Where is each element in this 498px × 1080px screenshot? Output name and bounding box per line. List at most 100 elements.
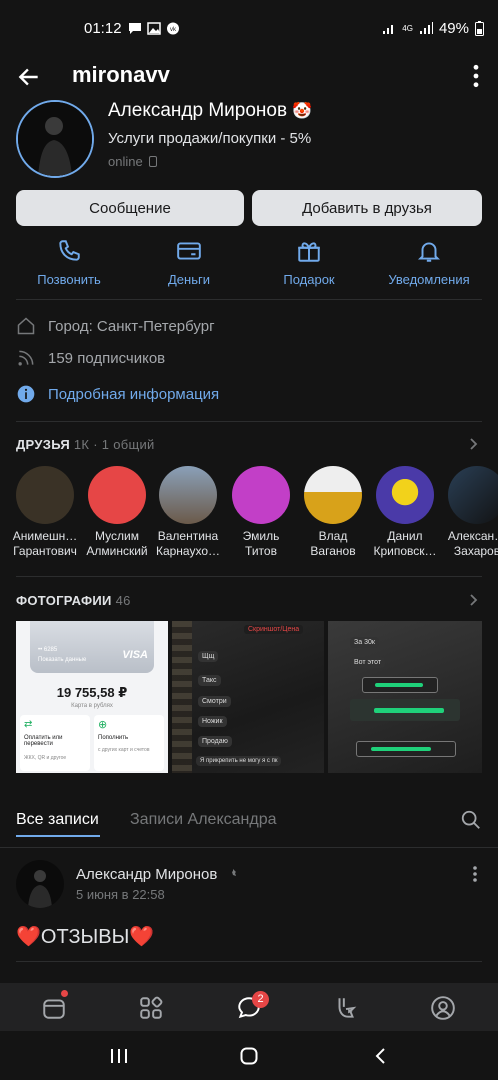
money-icon bbox=[177, 242, 201, 260]
friend-avatar bbox=[376, 466, 434, 524]
post-more-icon[interactable] bbox=[472, 865, 478, 883]
more-info-link: Подробная информация bbox=[48, 385, 220, 403]
friend-item[interactable]: Валентина Карнаухо… bbox=[151, 466, 225, 559]
phone-icon bbox=[59, 240, 80, 261]
post-avatar[interactable] bbox=[16, 860, 64, 908]
profile-name-text: Александр Миронов bbox=[108, 100, 288, 121]
photo-thumbnail[interactable]: За 30к Вот этот bbox=[328, 621, 482, 773]
chevron-right-icon[interactable] bbox=[470, 594, 478, 606]
avatar-photo bbox=[18, 102, 92, 176]
chat-message: Щщ bbox=[198, 651, 219, 662]
friend-item[interactable]: Эмиль Титов bbox=[224, 466, 298, 559]
transfer-icon: ⇄ bbox=[24, 719, 33, 730]
post-author-name: Александр Миронов bbox=[76, 866, 218, 883]
pay-card: ⇄ Оплатить или перевести ЖКХ, QR и друго… bbox=[20, 715, 90, 771]
game-item bbox=[356, 741, 456, 757]
tab-user-posts[interactable]: Записи Александра bbox=[130, 811, 277, 829]
profile-icon[interactable] bbox=[430, 995, 456, 1021]
friend-name-line1: Влад bbox=[318, 529, 348, 543]
photo-thumbnail[interactable]: Скриншот/Цена Щщ Такс Смотри Ножик Прода… bbox=[172, 621, 324, 773]
status-right: 4G 49% bbox=[382, 20, 484, 37]
system-navigation bbox=[0, 1031, 498, 1080]
avatar[interactable] bbox=[16, 100, 94, 178]
clips-icon[interactable] bbox=[333, 995, 359, 1021]
more-vertical-icon[interactable] bbox=[472, 64, 480, 88]
notifications-action[interactable]: Уведомления bbox=[374, 238, 484, 287]
followers-row[interactable]: 159 подписчиков bbox=[16, 348, 165, 368]
news-icon[interactable] bbox=[41, 995, 67, 1021]
friends-header[interactable]: ДРУЗЬЯ 1К · 1 общий bbox=[16, 437, 155, 452]
bank-card: •• 6285 Показать данные VISA bbox=[30, 621, 154, 673]
mobile-icon bbox=[149, 156, 158, 167]
message-notification-icon bbox=[129, 23, 141, 34]
pay-sub: ЖКХ, QR и другое bbox=[24, 755, 67, 761]
profile-username: mironavv bbox=[72, 62, 170, 87]
photos-header[interactable]: ФОТОГРАФИИ 46 bbox=[16, 593, 131, 608]
post-date: 5 июня в 22:58 bbox=[76, 887, 165, 902]
knife-icon bbox=[375, 683, 423, 687]
friend-item[interactable]: Анимешн… Гарантович bbox=[8, 466, 82, 559]
back-arrow-icon[interactable] bbox=[16, 64, 42, 90]
topup-title: Пополнить bbox=[98, 735, 129, 741]
chat-message: Вот этот bbox=[350, 657, 386, 668]
info-icon bbox=[17, 385, 35, 403]
friend-name-line2: Гарантович bbox=[13, 544, 77, 558]
friend-item[interactable]: Данил Криповск… bbox=[368, 466, 442, 559]
back-button-icon[interactable] bbox=[374, 1048, 386, 1064]
post-author[interactable]: Александр Миронов bbox=[76, 866, 238, 883]
friend-avatar bbox=[448, 466, 498, 524]
bottom-navigation: 2 bbox=[0, 983, 498, 1031]
chat-header: За 30к bbox=[350, 637, 379, 648]
friend-item[interactable]: Влад Ваганов bbox=[296, 466, 370, 559]
profile-name: Александр Миронов 🤡 bbox=[108, 100, 312, 122]
call-action[interactable]: Позвонить bbox=[14, 238, 124, 287]
app-header: mironavv bbox=[0, 58, 498, 100]
photos-title: ФОТОГРАФИИ bbox=[16, 593, 112, 608]
battery-percent: 49% bbox=[438, 20, 469, 37]
home-icon bbox=[17, 317, 35, 335]
home-button-icon[interactable] bbox=[240, 1047, 258, 1065]
friend-item[interactable]: Муслим Алминский bbox=[80, 466, 154, 559]
more-info-row[interactable]: Подробная информация bbox=[16, 384, 219, 404]
message-button[interactable]: Сообщение bbox=[16, 190, 244, 226]
friend-avatar bbox=[304, 466, 362, 524]
vk-notification-icon: vk bbox=[167, 22, 179, 35]
knife-icon bbox=[374, 708, 444, 713]
tab-all-posts[interactable]: Все записи bbox=[16, 811, 99, 829]
post-text: ❤️ОТЗЫВЫ❤️ bbox=[16, 926, 155, 948]
rss-icon bbox=[18, 350, 34, 366]
battery-icon bbox=[475, 21, 484, 36]
divider bbox=[16, 576, 482, 577]
money-action[interactable]: Деньги bbox=[134, 238, 244, 287]
chevron-right-icon[interactable] bbox=[470, 438, 478, 450]
messages-badge: 2 bbox=[252, 991, 269, 1008]
gift-action[interactable]: Подарок bbox=[254, 238, 364, 287]
divider bbox=[16, 299, 482, 300]
chat-message: Продаю bbox=[198, 736, 232, 747]
card-caption: Карта в рублях bbox=[71, 703, 113, 709]
plus-icon: ⊕ bbox=[98, 719, 108, 731]
friend-name-line2: Карнаухо… bbox=[155, 544, 221, 558]
card-number: •• 6285 bbox=[38, 647, 58, 653]
status-bar: 01:12 vk 4G 49% bbox=[0, 0, 498, 58]
add-friend-button[interactable]: Добавить в друзья bbox=[252, 190, 482, 226]
friend-item[interactable]: Алексан… Захаров bbox=[440, 466, 498, 559]
chat-message: Ножик bbox=[198, 716, 227, 727]
city-row: Город: Санкт-Петербург bbox=[16, 316, 215, 336]
services-icon[interactable] bbox=[138, 995, 164, 1021]
friend-name-line2: Алминский bbox=[86, 544, 148, 558]
knife-icon bbox=[371, 747, 431, 751]
photo-thumbnail[interactable]: •• 6285 Показать данные VISA 19 755,58 ₽… bbox=[16, 621, 168, 773]
followers-text: 159 подписчиков bbox=[48, 349, 166, 367]
divider bbox=[0, 847, 498, 848]
pin-icon bbox=[229, 869, 236, 879]
recent-apps-icon[interactable] bbox=[110, 1048, 128, 1064]
call-label: Позвонить bbox=[37, 272, 101, 287]
gift-label: Подарок bbox=[283, 272, 335, 287]
wifi-signal-icon bbox=[383, 25, 394, 34]
friend-name-line1: Эмиль bbox=[242, 529, 280, 543]
search-icon[interactable] bbox=[460, 809, 482, 831]
topup-sub: с других карт и счетов bbox=[98, 747, 150, 753]
show-data-text: Показать данные bbox=[38, 657, 87, 663]
chat-header: Скриншот/Цена bbox=[244, 625, 304, 634]
